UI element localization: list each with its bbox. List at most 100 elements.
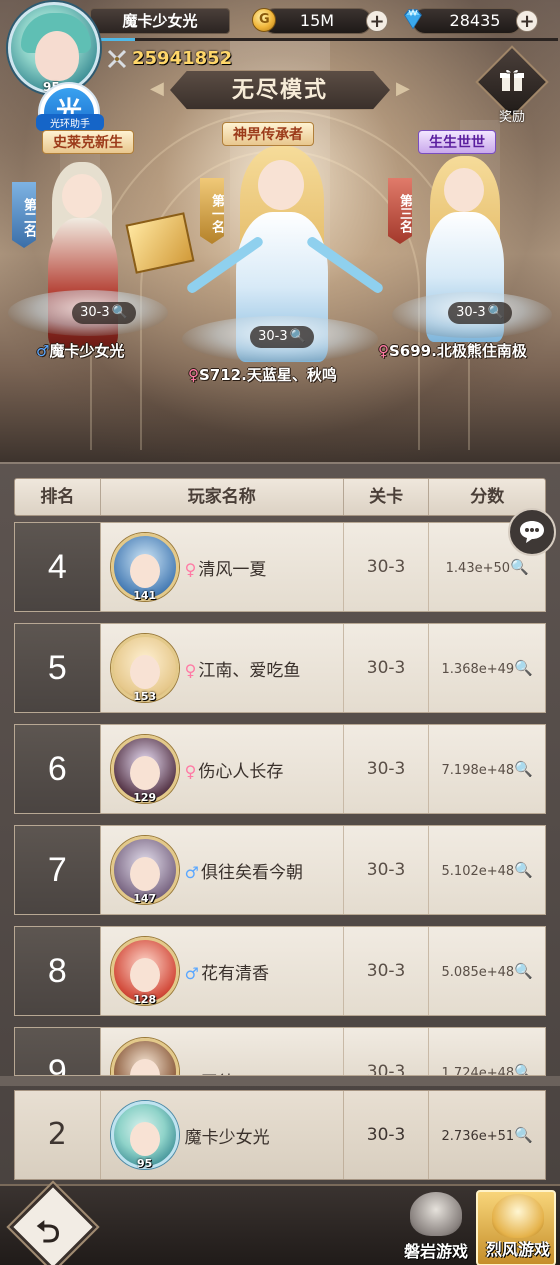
reward-label: 奖励 [498, 110, 525, 125]
row-player-name-text: 江南、爱吃鱼 [198, 660, 301, 681]
add-gold-button[interactable]: + [366, 10, 388, 32]
self-avatar-level: 95 [137, 1157, 153, 1170]
gem-counter: 28435 [412, 8, 522, 34]
magnifier-icon: 🔍 [289, 329, 306, 344]
back-arrow-icon: ⮌ [36, 1215, 61, 1250]
row-avatar[interactable]: 153 [110, 634, 179, 703]
row-rank: 8 [15, 927, 101, 1015]
podium-3-name: ♀S699.北极熊住南极 [378, 340, 527, 361]
mode-title: 无尽模式 [170, 70, 390, 110]
row-player: 153 ♀ 江南、爱吃鱼 [101, 624, 344, 712]
podium-1-stage[interactable]: 30-3 🔍 [250, 326, 314, 348]
row-stage: 30-3 [344, 927, 430, 1015]
row-player-name: ♀ 江南、爱吃鱼 [185, 656, 301, 681]
podium-1-title: 神畀传承者 [222, 122, 314, 146]
podium-3-title: 生生世世 [418, 130, 496, 154]
row-stage: 30-3 [344, 624, 430, 712]
row-avatar-level: 128 [133, 993, 157, 1006]
table-header: 排名 玩家名称 关卡 分数 [14, 478, 546, 516]
tab-rock-game[interactable]: 磐岩游戏 [396, 1190, 476, 1265]
self-avatar[interactable]: 95 [110, 1101, 179, 1170]
wind-emblem-icon [492, 1194, 544, 1238]
row-score[interactable]: 1.368e+49🔍 [429, 624, 545, 712]
row-player: ♂司徒 [101, 1028, 344, 1075]
magnifier-icon: 🔍 [487, 305, 504, 320]
tab-rock-game-label: 磐岩游戏 [403, 1242, 468, 1261]
row-score-value: 7.198e+48 [441, 763, 515, 778]
magnifier-icon: 🔍 [514, 1126, 533, 1144]
podium-3-stage[interactable]: 30-3 🔍 [448, 302, 512, 324]
header-stage: 关卡 [344, 479, 430, 515]
female-icon: ♀ [184, 559, 197, 579]
row-score[interactable]: 7.198e+48🔍 [429, 725, 545, 813]
row-avatar[interactable]: 129 [110, 735, 179, 804]
chat-icon[interactable] [508, 508, 556, 556]
row-score[interactable]: 1.724e+48🔍 [429, 1028, 545, 1075]
male-icon: ♂ [184, 862, 200, 882]
row-avatar[interactable] [110, 1038, 179, 1075]
self-row-divider [0, 1076, 560, 1086]
magnifier-icon: 🔍 [514, 861, 533, 879]
gold-coin-icon [252, 8, 276, 32]
gold-counter: 15M [262, 8, 372, 34]
reward-button[interactable]: 奖励 [475, 45, 549, 128]
podium-2-title: 史莱克新生 [42, 130, 134, 154]
magnifier-icon: 🔍 [510, 558, 529, 576]
self-stage: 30-3 [344, 1091, 430, 1179]
podium-1-name-text: S712.天蓝星、秋鸣 [199, 366, 337, 384]
podium-1-stage-text: 30-3 [258, 329, 288, 344]
left-ornament-icon: ◀ [150, 78, 164, 99]
row-player-name: ♀ 伤心人长存 [185, 757, 284, 782]
bottom-bar: ⮌ 磐岩游戏 烈风游戏 [0, 1183, 560, 1265]
table-row[interactable]: 5 153 ♀ 江南、爱吃鱼 30-3 1.368e+49🔍 [14, 623, 546, 713]
podium-2-stage[interactable]: 30-3 🔍 [72, 302, 136, 324]
table-row[interactable]: 6 129 ♀ 伤心人长存 30-3 7.198e+48🔍 [14, 724, 546, 814]
podium-1-name: ♀S712.天蓝星、秋鸣 [188, 364, 337, 385]
row-stage: 30-3 [344, 826, 430, 914]
row-player-name-text: 伤心人长存 [198, 761, 284, 782]
leaderboard-hero: 魔卡少女光 15M + 28435 + 95 25941852 光 光环助手 ◀… [0, 0, 560, 462]
row-avatar[interactable]: 141 [110, 533, 179, 602]
table-row[interactable]: 8 128 ♂ 花有清香 30-3 5.085e+48🔍 [14, 926, 546, 1016]
gold-amount: 15M [299, 11, 335, 30]
self-rank-row[interactable]: 2 95 魔卡少女光 30-3 2.736e+51🔍 [14, 1090, 546, 1180]
female-icon: ♀ [184, 761, 197, 781]
self-rank: 2 [15, 1091, 101, 1179]
self-score-value: 2.736e+51 [441, 1129, 515, 1144]
row-score-value: 1.724e+48 [441, 1066, 515, 1076]
self-player-name: 魔卡少女光 [184, 1127, 270, 1148]
row-score-value: 5.102e+48 [441, 864, 515, 879]
row-player-name: ♂ 花有清香 [185, 959, 269, 984]
row-avatar[interactable]: 128 [110, 937, 179, 1006]
row-player: 141 ♀ 清风一夏 [101, 523, 344, 611]
gem-amount: 28435 [449, 11, 501, 30]
female-icon: ♀ [378, 342, 389, 360]
row-avatar-level: 153 [133, 690, 157, 703]
crossed-swords-icon [107, 49, 127, 69]
player-name-label: 魔卡少女光 [90, 8, 230, 34]
gift-icon [500, 69, 524, 91]
right-ornament-icon: ▶ [396, 78, 410, 99]
row-score[interactable]: 5.085e+48🔍 [429, 927, 545, 1015]
row-player: 147 ♂ 俱往矣看今朝 [101, 826, 344, 914]
row-avatar[interactable]: 147 [110, 836, 179, 905]
add-gems-button[interactable]: + [516, 10, 538, 32]
table-row[interactable]: 9 ♂司徒 30-3 1.724e+48🔍 [14, 1027, 546, 1076]
combat-power: 25941852 [132, 48, 233, 69]
row-stage: 30-3 [344, 1028, 430, 1075]
podium-2-stage-text: 30-3 [80, 305, 110, 320]
row-score-value: 1.368e+49 [441, 662, 515, 677]
self-player: 95 魔卡少女光 [101, 1091, 344, 1179]
rock-emblem-icon [410, 1192, 462, 1236]
tab-wind-game[interactable]: 烈风游戏 [476, 1190, 556, 1265]
table-row[interactable]: 4 141 ♀ 清风一夏 30-3 1.43e+50🔍 [14, 522, 546, 612]
row-player-name: ♂司徒 [185, 1068, 235, 1075]
table-row[interactable]: 7 147 ♂ 俱往矣看今朝 30-3 5.102e+48🔍 [14, 825, 546, 915]
row-score[interactable]: 5.102e+48🔍 [429, 826, 545, 914]
header-player-name: 玩家名称 [101, 479, 344, 515]
row-player-name: ♀ 清风一夏 [185, 555, 267, 580]
row-player-name: ♂ 俱往矣看今朝 [185, 858, 303, 883]
row-player-name-text: 俱往矣看今朝 [201, 862, 304, 883]
self-score[interactable]: 2.736e+51🔍 [429, 1091, 545, 1179]
row-stage: 30-3 [344, 523, 430, 611]
